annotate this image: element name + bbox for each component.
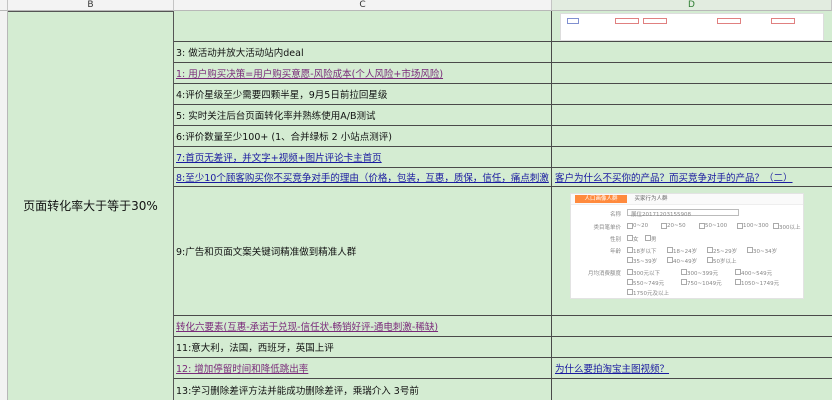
shot-option: 1050~1749元: [741, 281, 780, 287]
table-row[interactable]: 1: 用户购买决策=用户购买意愿-风险成本(个人风险+市场风险): [174, 63, 832, 84]
shot-option: 20~50: [667, 223, 686, 229]
table-row[interactable]: 转化六要素(互惠-承诺于兑现-信任状-畅销好评-通电刺激-稀缺): [174, 316, 832, 337]
shot-tab-active: 人口画像人群: [575, 195, 627, 203]
table-row[interactable]: 13:学习删除差评方法并能成功删除差评，乘瑞介入 3号前: [174, 379, 832, 400]
cell-d[interactable]: [552, 42, 832, 62]
merged-cell-label: 页面转化率大于等于30%: [23, 199, 158, 213]
table-row[interactable]: 8:至少10个顾客购买你不买竞争对手的理由（价格，包装，互惠，质保，信任，痛点刺…: [174, 168, 832, 187]
cell-c[interactable]: 9:广告和页面文案关键词精准做到精准人群: [174, 187, 552, 315]
hyperlink-cell-d[interactable]: 客户为什么不买你的产品？而买竞争对手的产品？（二）: [552, 168, 832, 186]
shot-option: 550~749元: [633, 281, 665, 287]
shot-option: 400~549元: [741, 271, 773, 277]
column-header-d[interactable]: D: [552, 0, 832, 11]
shot-name-value: 展位20171203155908: [631, 212, 691, 218]
hyperlink-cell-c[interactable]: 7:首页无差评，并文字+视频+图片评论卡主首页: [174, 147, 552, 167]
shot-label: 性别: [609, 237, 621, 243]
shot-option: 300元以下: [633, 271, 660, 277]
table-row[interactable]: 11:意大利，法国，西班牙，英国上评: [174, 337, 832, 358]
cell-c[interactable]: 5: 实时关注后台页面转化率并熟练使用A/B测试: [174, 105, 552, 125]
table-row[interactable]: 7:首页无差评，并文字+视频+图片评论卡主首页: [174, 147, 832, 168]
cell-c[interactable]: 6:评价数量至少100+ (1、合并绿标 2 小站点测评): [174, 126, 552, 146]
hyperlink-cell-c[interactable]: 转化六要素(互惠-承诺于兑现-信任状-畅销好评-通电刺激-稀缺): [174, 316, 552, 336]
embedded-screenshot[interactable]: 人口画像人群 买家行为人群 名称 展位20171203155908 类目笔单价 …: [570, 193, 804, 299]
shot-option: 50~100: [705, 223, 728, 229]
row-header-strip[interactable]: [0, 11, 8, 400]
table-row[interactable]: 12: 增加停留时间和降低跳出率 为什么要拍淘宝主图视频？: [174, 358, 832, 379]
hyperlink-cell-d[interactable]: 为什么要拍淘宝主图视频？: [552, 358, 832, 378]
spreadsheet: B C D 页面转化率大于等于30% 3: 做活动并放大活动站内deal 1: …: [0, 0, 832, 400]
select-all-corner[interactable]: [0, 0, 8, 11]
table-row[interactable]: 4:评价星级至少需要四颗半星，9月5日前拉回星级: [174, 84, 832, 105]
merged-cell-b[interactable]: 页面转化率大于等于30%: [8, 11, 174, 400]
cell-d[interactable]: 人口画像人群 买家行为人群 名称 展位20171203155908 类目笔单价 …: [552, 187, 832, 315]
cell-d[interactable]: [552, 63, 832, 83]
column-header-c[interactable]: C: [174, 0, 552, 11]
shot-option: 750~1049元: [687, 281, 722, 287]
cell-c[interactable]: 4:评价星级至少需要四颗半星，9月5日前拉回星级: [174, 84, 552, 104]
table-row[interactable]: 5: 实时关注后台页面转化率并熟练使用A/B测试: [174, 105, 832, 126]
table-row[interactable]: 6:评价数量至少100+ (1、合并绿标 2 小站点测评): [174, 126, 832, 147]
shot-option: 30~34岁: [753, 249, 778, 255]
table-row[interactable]: [174, 11, 832, 42]
cell-d[interactable]: [552, 337, 832, 357]
embedded-image-thumbnail[interactable]: [560, 13, 824, 41]
table-row[interactable]: 9:广告和页面文案关键词精准做到精准人群 人口画像人群 买家行为人群 名称 展位…: [174, 187, 832, 316]
cell-c[interactable]: 13:学习删除差评方法并能成功删除差评，乘瑞介入 3号前: [174, 379, 552, 400]
shot-option: 女: [633, 237, 639, 243]
shot-option: 0~20: [633, 223, 649, 229]
shot-option: 100~300: [743, 223, 769, 229]
shot-label: 类目笔单价: [593, 225, 621, 231]
cell-d[interactable]: [552, 126, 832, 146]
shot-option: 25~29岁: [713, 249, 738, 255]
hyperlink-cell-c[interactable]: 12: 增加停留时间和降低跳出率: [174, 358, 552, 378]
shot-option: 300~399元: [687, 271, 719, 277]
shot-tab-other: 买家行为人群: [634, 196, 668, 202]
cell-d[interactable]: [552, 105, 832, 125]
cell-d[interactable]: [552, 84, 832, 104]
shot-option: 18岁以下: [633, 249, 657, 255]
shot-option: 18~24岁: [673, 249, 698, 255]
hyperlink-cell-c[interactable]: 1: 用户购买决策=用户购买意愿-风险成本(个人风险+市场风险): [174, 63, 552, 83]
shot-option: 男: [651, 237, 657, 243]
shot-option: 40~49岁: [673, 259, 698, 265]
shot-option: 35~39岁: [633, 259, 658, 265]
shot-label: 名称: [609, 212, 621, 218]
cell-c[interactable]: 11:意大利，法国，西班牙，英国上评: [174, 337, 552, 357]
cell-d[interactable]: [552, 316, 832, 336]
shot-option: 300以上: [779, 225, 801, 231]
column-header-b[interactable]: B: [8, 0, 174, 11]
table-row[interactable]: 3: 做活动并放大活动站内deal: [174, 42, 832, 63]
shot-option: 50岁以上: [713, 259, 737, 265]
cell-d[interactable]: [552, 147, 832, 167]
shot-option: 1750元及以上: [633, 291, 669, 297]
cell-d[interactable]: [552, 11, 832, 41]
shot-label: 月均消费额度: [587, 271, 621, 277]
hyperlink-cell-c[interactable]: 8:至少10个顾客购买你不买竞争对手的理由（价格，包装，互惠，质保，信任，痛点刺…: [174, 168, 552, 186]
cell-d[interactable]: [552, 379, 832, 400]
cell-c[interactable]: 3: 做活动并放大活动站内deal: [174, 42, 552, 62]
shot-label: 年龄: [609, 249, 621, 255]
cell-c[interactable]: [174, 11, 552, 41]
